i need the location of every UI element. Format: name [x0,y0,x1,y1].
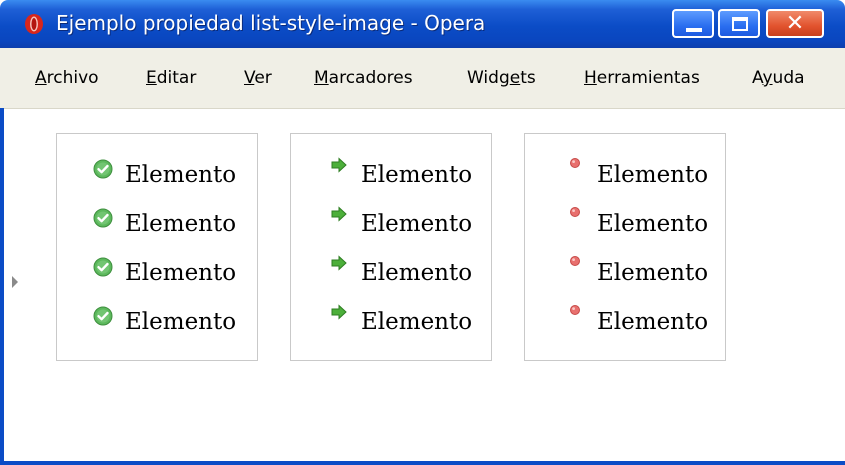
browser-window: Ejemplo propiedad list-style-image - Ope… [0,0,845,465]
maximize-button[interactable] [718,9,760,38]
list-item-label: Elemento [361,309,473,335]
menu-marcadores[interactable]: Marcadores [314,68,413,88]
list-item-label: Elemento [597,211,709,237]
title-bar[interactable]: Ejemplo propiedad list-style-image - Ope… [0,0,845,48]
minimize-icon [686,28,702,32]
menu-ver[interactable]: Ver [244,68,272,88]
green-arrow-icon [329,204,349,228]
list-item: Elemento [57,204,257,244]
close-icon: ✕ [785,11,805,36]
red-dot-icon [565,202,585,226]
menu-herramientas[interactable]: Herramientas [584,68,700,88]
window-left-border [0,108,4,465]
list-item-label: Elemento [361,211,473,237]
red-dot-icon [565,251,585,275]
green-check-icon [93,306,113,330]
red-dot-icon [565,153,585,177]
list-item: Elemento [525,155,725,195]
list-item-label: Elemento [361,162,473,188]
list-item: Elemento [291,155,491,195]
menu-editar[interactable]: Editar [146,68,196,88]
list-item: Elemento [57,302,257,342]
list-item: Elemento [291,253,491,293]
green-arrow-icon [329,302,349,326]
green-arrow-icon [329,155,349,179]
list-dot-markers: Elemento Elemento Elemento Elemento [524,133,726,361]
menu-archivo[interactable]: Archivo [35,68,99,88]
list-item: Elemento [525,302,725,342]
list-item-label: Elemento [597,260,709,286]
panel-toggle-arrow-icon[interactable] [12,276,18,288]
list-item-label: Elemento [125,309,237,335]
list-item: Elemento [57,253,257,293]
list-item-label: Elemento [597,309,709,335]
red-dot-icon [565,300,585,324]
opera-logo-icon [25,14,43,34]
maximize-icon [732,17,748,31]
minimize-button[interactable] [672,9,714,38]
list-item: Elemento [525,204,725,244]
window-title: Ejemplo propiedad list-style-image - Ope… [56,11,486,35]
list-item: Elemento [291,204,491,244]
list-check-markers: Elemento Elemento Elemento Elemento [56,133,258,361]
list-item-label: Elemento [361,260,473,286]
list-item: Elemento [525,253,725,293]
menu-bar: Archivo Editar Ver Marcadores Widgets He… [0,48,845,109]
menu-widgets[interactable]: Widgets [467,68,536,88]
list-item: Elemento [57,155,257,195]
menu-ayuda[interactable]: Ayuda [752,68,805,88]
window-bottom-border [0,461,845,465]
list-item-label: Elemento [125,211,237,237]
green-check-icon [93,257,113,281]
green-arrow-icon [329,253,349,277]
list-item-label: Elemento [125,260,237,286]
list-item: Elemento [291,302,491,342]
green-check-icon [93,208,113,232]
list-arrow-markers: Elemento Elemento Elemento Elemento [290,133,492,361]
green-check-icon [93,159,113,183]
list-item-label: Elemento [597,162,709,188]
list-item-label: Elemento [125,162,237,188]
close-button[interactable]: ✕ [766,9,824,38]
